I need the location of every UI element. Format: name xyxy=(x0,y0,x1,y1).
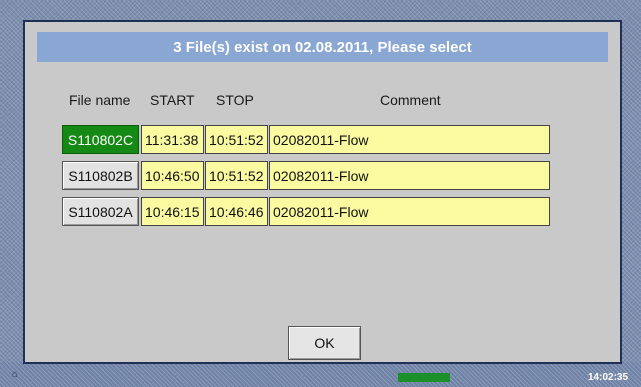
start-time-cell: 10:46:15 xyxy=(141,197,204,226)
ok-button[interactable]: OK xyxy=(288,326,361,360)
dialog-title: 3 File(s) exist on 02.08.2011, Please se… xyxy=(37,32,608,62)
stop-time-cell: 10:46:46 xyxy=(205,197,268,226)
file-button[interactable]: S110802A xyxy=(62,197,139,226)
status-indicator xyxy=(398,373,450,382)
file-button[interactable]: S110802C xyxy=(62,125,139,154)
file-button[interactable]: S110802B xyxy=(62,161,139,190)
file-select-dialog: 3 File(s) exist on 02.08.2011, Please se… xyxy=(23,20,622,364)
home-icon: ⌂ xyxy=(12,369,19,380)
start-time-cell: 11:31:38 xyxy=(141,125,204,154)
comment-cell: 02082011-Flow xyxy=(269,197,550,226)
file-row: S110802B 10:46:50 10:51:52 02082011-Flow xyxy=(62,161,550,190)
background-status-bar: ⌂ 14:02:35 xyxy=(0,362,641,387)
header-start: START xyxy=(150,92,195,108)
background-left-strip xyxy=(0,0,22,387)
stop-time-cell: 10:51:52 xyxy=(205,161,268,190)
status-time: 14:02:35 xyxy=(588,372,629,383)
header-comment: Comment xyxy=(380,92,441,108)
file-row: S110802C 11:31:38 10:51:52 02082011-Flow xyxy=(62,125,550,154)
header-stop: STOP xyxy=(216,92,254,108)
comment-cell: 02082011-Flow xyxy=(269,161,550,190)
header-file-name: File name xyxy=(69,92,131,108)
comment-cell: 02082011-Flow xyxy=(269,125,550,154)
start-time-cell: 10:46:50 xyxy=(141,161,204,190)
file-row: S110802A 10:46:15 10:46:46 02082011-Flow xyxy=(62,197,550,226)
stop-time-cell: 10:51:52 xyxy=(205,125,268,154)
